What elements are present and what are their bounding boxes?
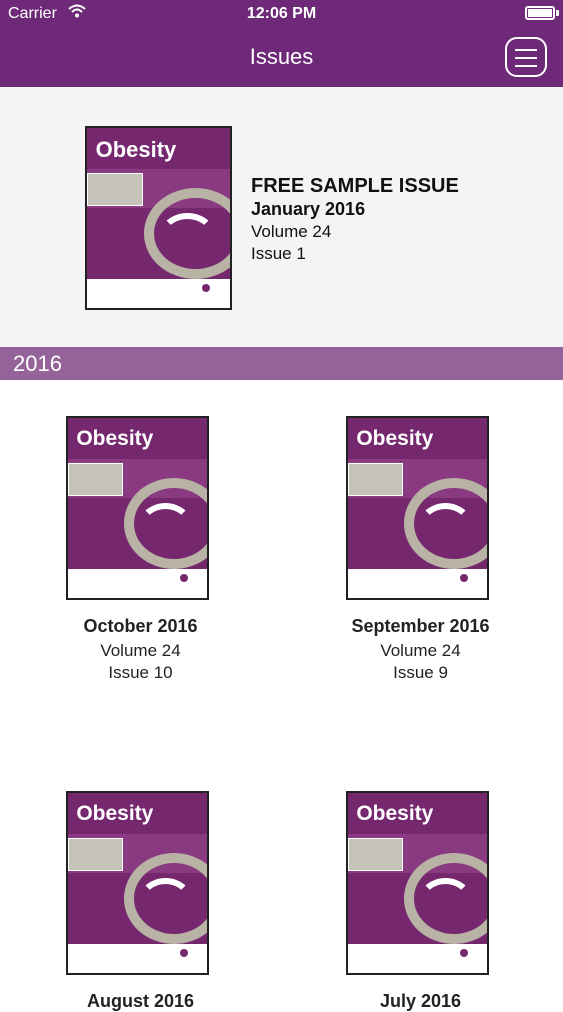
issue-cover-image[interactable]: Obesity <box>66 416 209 600</box>
featured-volume: Volume 24 <box>251 222 332 241</box>
featured-issue-info: FREE SAMPLE ISSUE January 2016 Volume 24… <box>251 175 459 264</box>
issue-title: October 2016 <box>83 616 198 636</box>
issue-item-july-2016[interactable]: Obesity July 2016 <box>280 791 561 1012</box>
cover-logo: Obesity <box>356 802 434 826</box>
cover-logo: Obesity <box>95 137 177 163</box>
featured-cover-image[interactable]: Obesity <box>85 126 232 310</box>
issue-item-september-2016[interactable]: Obesity September 2016 Volume 24 Issue 9 <box>280 416 561 683</box>
page-title: Issues <box>249 44 314 69</box>
navigation-bar: Issues <box>0 30 563 87</box>
section-year-label: 2016 <box>13 351 62 376</box>
section-header-year: 2016 <box>0 347 563 380</box>
battery-tip <box>556 10 559 16</box>
hamburger-menu-icon <box>515 57 537 59</box>
menu-button[interactable] <box>505 37 547 77</box>
issue-item-august-2016[interactable]: Obesity August 2016 <box>0 791 281 1012</box>
cover-logo: Obesity <box>76 427 154 451</box>
featured-date: January 2016 <box>251 199 366 219</box>
issue-volume: Volume 24 <box>380 641 461 660</box>
hamburger-menu-icon <box>515 49 537 51</box>
issue-title: August 2016 <box>86 991 195 1011</box>
issue-volume: Volume 24 <box>100 641 181 660</box>
issue-cover-image[interactable]: Obesity <box>346 416 489 600</box>
battery-icon <box>525 6 555 20</box>
cover-logo: Obesity <box>76 802 154 826</box>
issue-number: Issue 9 <box>393 663 448 682</box>
issue-number: Issue 10 <box>108 663 173 682</box>
cover-logo: Obesity <box>356 427 434 451</box>
status-bar: Carrier 12:06 PM <box>0 0 563 30</box>
issue-title: July 2016 <box>379 991 462 1011</box>
hamburger-menu-icon <box>515 65 537 67</box>
featured-issue-number: Issue 1 <box>251 244 306 263</box>
featured-label: FREE SAMPLE ISSUE <box>251 175 459 197</box>
issue-item-october-2016[interactable]: Obesity October 2016 Volume 24 Issue 10 <box>0 416 281 683</box>
status-time: 12:06 PM <box>246 5 317 22</box>
issue-title: September 2016 <box>351 616 490 636</box>
issue-cover-image[interactable]: Obesity <box>66 791 209 975</box>
issue-cover-image[interactable]: Obesity <box>346 791 489 975</box>
